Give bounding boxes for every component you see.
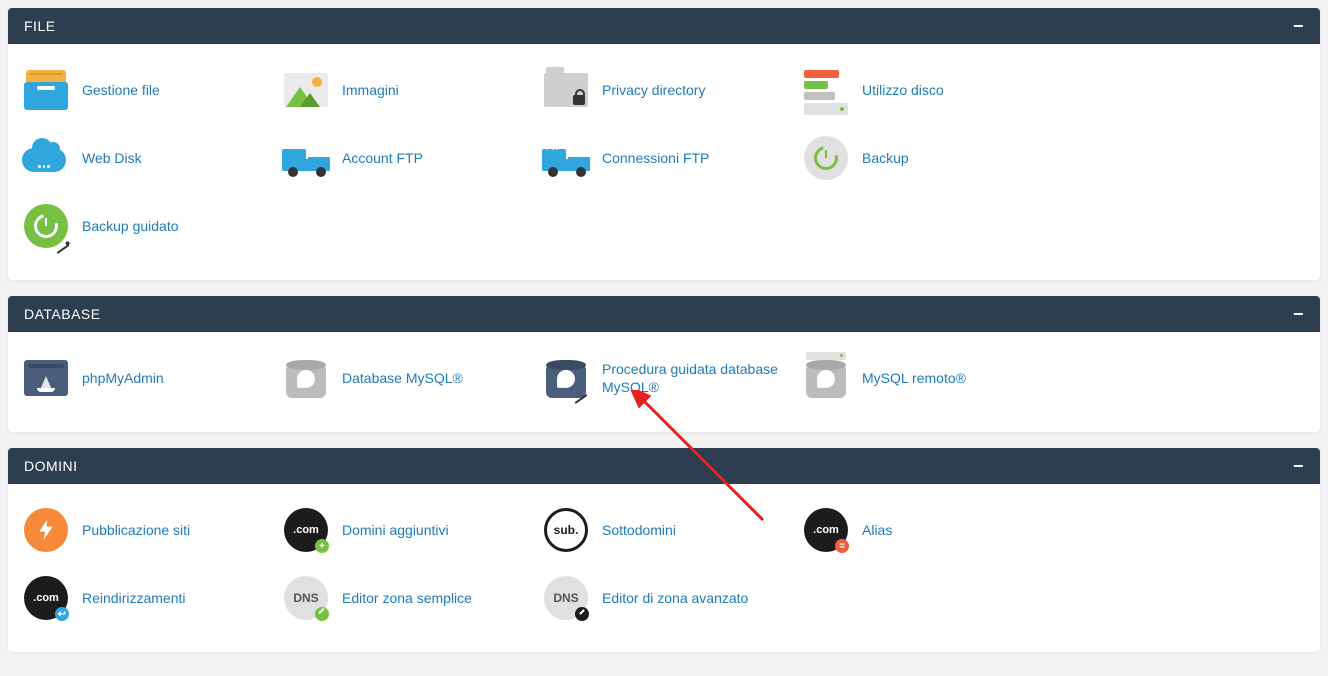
- item-label: Web Disk: [82, 149, 142, 167]
- item-label: Account FTP: [342, 149, 423, 167]
- backup-wizard-icon: [22, 202, 70, 250]
- item-backup[interactable]: Backup: [802, 134, 1054, 182]
- disk-usage-icon: [802, 66, 850, 114]
- item-privacy-directory[interactable]: Privacy directory: [542, 66, 794, 114]
- item-backup-wizard[interactable]: Backup guidato: [22, 202, 274, 250]
- backup-icon: [802, 134, 850, 182]
- image-icon: [282, 66, 330, 114]
- panel-domini: DOMINI − Pubblicazione siti .com+ Domini…: [8, 448, 1320, 652]
- item-redirects[interactable]: .com↩ Reindirizzamenti: [22, 574, 274, 622]
- panel-file: FILE − Gestione file Immagini Privacy di…: [8, 8, 1320, 280]
- panel-title: DATABASE: [24, 306, 101, 322]
- item-label: Privacy directory: [602, 81, 705, 99]
- folder-lock-icon: [542, 66, 590, 114]
- dotcom-plus-icon: .com+: [282, 506, 330, 554]
- dotcom-redirect-icon: .com↩: [22, 574, 70, 622]
- panel-body-database: phpMyAdmin Database MySQL® Procedura gui…: [8, 332, 1320, 432]
- item-images[interactable]: Immagini: [282, 66, 534, 114]
- item-mysql-remote[interactable]: MySQL remoto®: [802, 354, 1054, 402]
- lightning-icon: [22, 506, 70, 554]
- item-label: Domini aggiuntivi: [342, 521, 449, 539]
- item-advanced-dns[interactable]: DNS Editor di zona avanzato: [542, 574, 794, 622]
- item-label: Editor di zona avanzato: [602, 589, 748, 607]
- item-aliases[interactable]: .com= Alias: [802, 506, 1054, 554]
- collapse-icon[interactable]: −: [1293, 19, 1304, 33]
- item-label: Database MySQL®: [342, 369, 463, 387]
- item-file-manager[interactable]: Gestione file: [22, 66, 274, 114]
- phpmyadmin-icon: [22, 354, 70, 402]
- item-label: Immagini: [342, 81, 399, 99]
- sub-icon: sub.: [542, 506, 590, 554]
- item-label: Backup guidato: [82, 217, 179, 235]
- item-label: Gestione file: [82, 81, 160, 99]
- item-phpmyadmin[interactable]: phpMyAdmin: [22, 354, 274, 402]
- item-label: Connessioni FTP: [602, 149, 709, 167]
- item-label: Editor zona semplice: [342, 589, 472, 607]
- panel-header-database[interactable]: DATABASE −: [8, 296, 1320, 332]
- cloud-icon: [22, 134, 70, 182]
- item-label: Sottodomini: [602, 521, 676, 539]
- ftp-truck-icon: FTP: [542, 134, 590, 182]
- collapse-icon[interactable]: −: [1293, 307, 1304, 321]
- item-label: Reindirizzamenti: [82, 589, 185, 607]
- database-remote-icon: [802, 354, 850, 402]
- item-label: MySQL remoto®: [862, 369, 966, 387]
- database-icon: [282, 354, 330, 402]
- dns-advanced-icon: DNS: [542, 574, 590, 622]
- dns-simple-icon: DNS: [282, 574, 330, 622]
- panel-body-file: Gestione file Immagini Privacy directory…: [8, 44, 1320, 280]
- collapse-icon[interactable]: −: [1293, 459, 1304, 473]
- item-label: Pubblicazione siti: [82, 521, 190, 539]
- file-box-icon: [22, 66, 70, 114]
- panel-header-file[interactable]: FILE −: [8, 8, 1320, 44]
- item-disk-usage[interactable]: Utilizzo disco: [802, 66, 1054, 114]
- item-ftp-connections[interactable]: FTP Connessioni FTP: [542, 134, 794, 182]
- item-label: Procedura guidata database MySQL®: [602, 360, 794, 396]
- database-wizard-icon: [542, 354, 590, 402]
- item-label: Utilizzo disco: [862, 81, 944, 99]
- item-addon-domains[interactable]: .com+ Domini aggiuntivi: [282, 506, 534, 554]
- item-simple-dns[interactable]: DNS Editor zona semplice: [282, 574, 534, 622]
- item-label: Alias: [862, 521, 892, 539]
- item-ftp-accounts[interactable]: Account FTP: [282, 134, 534, 182]
- item-label: phpMyAdmin: [82, 369, 164, 387]
- item-site-publisher[interactable]: Pubblicazione siti: [22, 506, 274, 554]
- item-subdomains[interactable]: sub. Sottodomini: [542, 506, 794, 554]
- item-mysql-databases[interactable]: Database MySQL®: [282, 354, 534, 402]
- panel-title: FILE: [24, 18, 56, 34]
- ftp-truck-icon: [282, 134, 330, 182]
- item-label: Backup: [862, 149, 909, 167]
- panel-body-domini: Pubblicazione siti .com+ Domini aggiunti…: [8, 484, 1320, 652]
- panel-database: DATABASE − phpMyAdmin Database MySQL® Pr…: [8, 296, 1320, 432]
- item-mysql-wizard[interactable]: Procedura guidata database MySQL®: [542, 354, 794, 402]
- panel-header-domini[interactable]: DOMINI −: [8, 448, 1320, 484]
- dotcom-alias-icon: .com=: [802, 506, 850, 554]
- panel-title: DOMINI: [24, 458, 78, 474]
- item-web-disk[interactable]: Web Disk: [22, 134, 274, 182]
